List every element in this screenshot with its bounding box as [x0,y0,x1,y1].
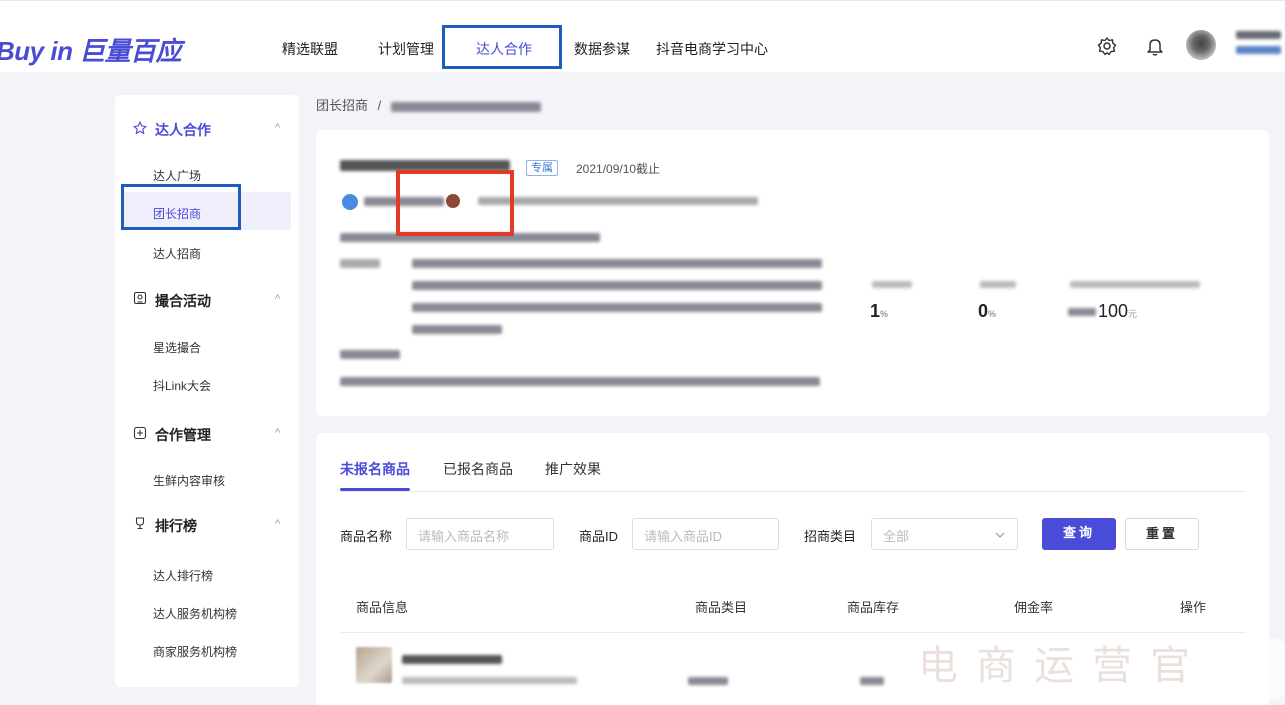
product-title-blurred [402,655,502,664]
chevron-up-icon[interactable]: ^ [275,427,280,439]
exclusive-tag: 专属 [526,160,558,176]
sidebar-item-talent-square[interactable]: 达人广场 [153,167,201,184]
nav-data-advisor[interactable]: 数据参谋 [574,39,630,59]
tab-divider [340,491,1246,492]
column-header-stock: 商品库存 [847,600,900,615]
sidebar-section-rankings[interactable]: 排行榜 [155,516,197,536]
column-header-category: 商品类目 [695,600,748,615]
sidebar-section-cooperation-management[interactable]: 合作管理 [155,425,211,445]
chevron-down-icon [995,532,1005,538]
query-button[interactable]: 查询 [1042,518,1116,550]
sidebar-section-matchmaking[interactable]: 撮合活动 [155,291,211,311]
trophy-icon [135,517,145,530]
manage-icon [133,426,147,440]
recruit-requirements-blurred [340,377,820,386]
sidebar-item-merchant-agency-ranking[interactable]: 商家服务机构榜 [153,643,237,660]
breadcrumb: 团长招商 / [316,95,541,114]
star-icon [133,121,147,135]
category-line-3-blurred [412,303,822,312]
stat-label-1-blurred [872,281,912,288]
product-id-blurred [402,677,577,684]
user-name-blurred [1236,31,1281,39]
stat-value-1: 1% [870,301,889,321]
sidebar-section-talent-cooperation[interactable]: 达人合作 [155,120,211,140]
watermark-text: 电商运营官 [918,643,1208,689]
user-tag-blurred [1236,46,1281,54]
highlight-box-badge [396,170,514,236]
chevron-up-icon[interactable]: ^ [275,122,280,134]
top-navigation-bar: Buy in 巨量百应 精选联盟 计划管理 达人合作 数据参谋 抖音电商学习中心 [0,0,1285,72]
category-line-4-blurred [412,325,502,334]
leader-ids-blurred [478,197,758,205]
stat-label-3-blurred [1070,281,1200,288]
settings-gear-icon[interactable] [1096,35,1118,57]
product-category-blurred [688,677,728,685]
category-select[interactable]: 全部 [871,518,1018,550]
user-avatar[interactable] [1186,30,1216,60]
product-name-label: 商品名称 [340,529,393,544]
active-tab-indicator [340,488,410,491]
stat-label-2-blurred [980,281,1016,288]
category-label-blurred [340,259,380,268]
brand-logo[interactable]: Buy in 巨量百应 [0,31,182,68]
sidebar-item-fresh-content-review[interactable]: 生鲜内容审核 [153,472,225,489]
column-header-product-info: 商品信息 [356,600,409,615]
stat-prefix-3-blurred [1068,308,1096,316]
activity-icon [133,291,147,305]
sidebar-item-talent-agency-ranking[interactable]: 达人服务机构榜 [153,605,237,622]
tab-promotion-effect[interactable]: 推广效果 [545,459,601,479]
category-line-2-blurred [412,281,822,290]
product-thumbnail [356,647,392,683]
reset-button[interactable]: 重置 [1125,518,1199,550]
shipping-info-blurred [340,350,400,359]
chevron-up-icon[interactable]: ^ [275,518,280,530]
breadcrumb-root[interactable]: 团长招商 [316,98,368,113]
notification-bell-icon[interactable] [1144,35,1166,57]
nav-jingxuan-lianmeng[interactable]: 精选联盟 [282,39,338,59]
sidebar-item-star-select[interactable]: 星选撮合 [153,339,201,356]
category-label: 招商类目 [804,529,857,544]
nav-plan-management[interactable]: 计划管理 [378,39,434,59]
column-header-actions: 操作 [1180,600,1207,615]
activity-deadline: 2021/09/10截止 [576,162,661,176]
leader-avatar [342,194,358,210]
nav-learning-center[interactable]: 抖音电商学习中心 [656,39,768,59]
highlight-box-nav [442,25,562,69]
category-line-1-blurred [412,259,822,268]
stat-value-2: 0% [978,301,997,321]
breadcrumb-current-blurred [390,101,541,112]
highlight-box-sidebar [121,184,241,230]
column-header-commission: 佣金率 [1014,600,1054,615]
sidebar-item-talent-recruitment[interactable]: 达人招商 [153,245,201,262]
tab-unregistered-products[interactable]: 未报名商品 [340,459,410,479]
sidebar-item-talent-ranking[interactable]: 达人排行榜 [153,567,213,584]
product-stock-blurred [860,677,884,685]
stat-value-3: 100元 [1098,301,1138,321]
chevron-up-icon[interactable]: ^ [275,293,280,305]
sidebar-item-dou-link[interactable]: 抖Link大会 [153,377,211,394]
product-name-input[interactable]: 请输入商品名称 [406,518,554,550]
product-id-label: 商品ID [579,529,619,544]
product-id-input[interactable]: 请输入商品ID [632,518,779,550]
tab-registered-products[interactable]: 已报名商品 [443,459,513,479]
